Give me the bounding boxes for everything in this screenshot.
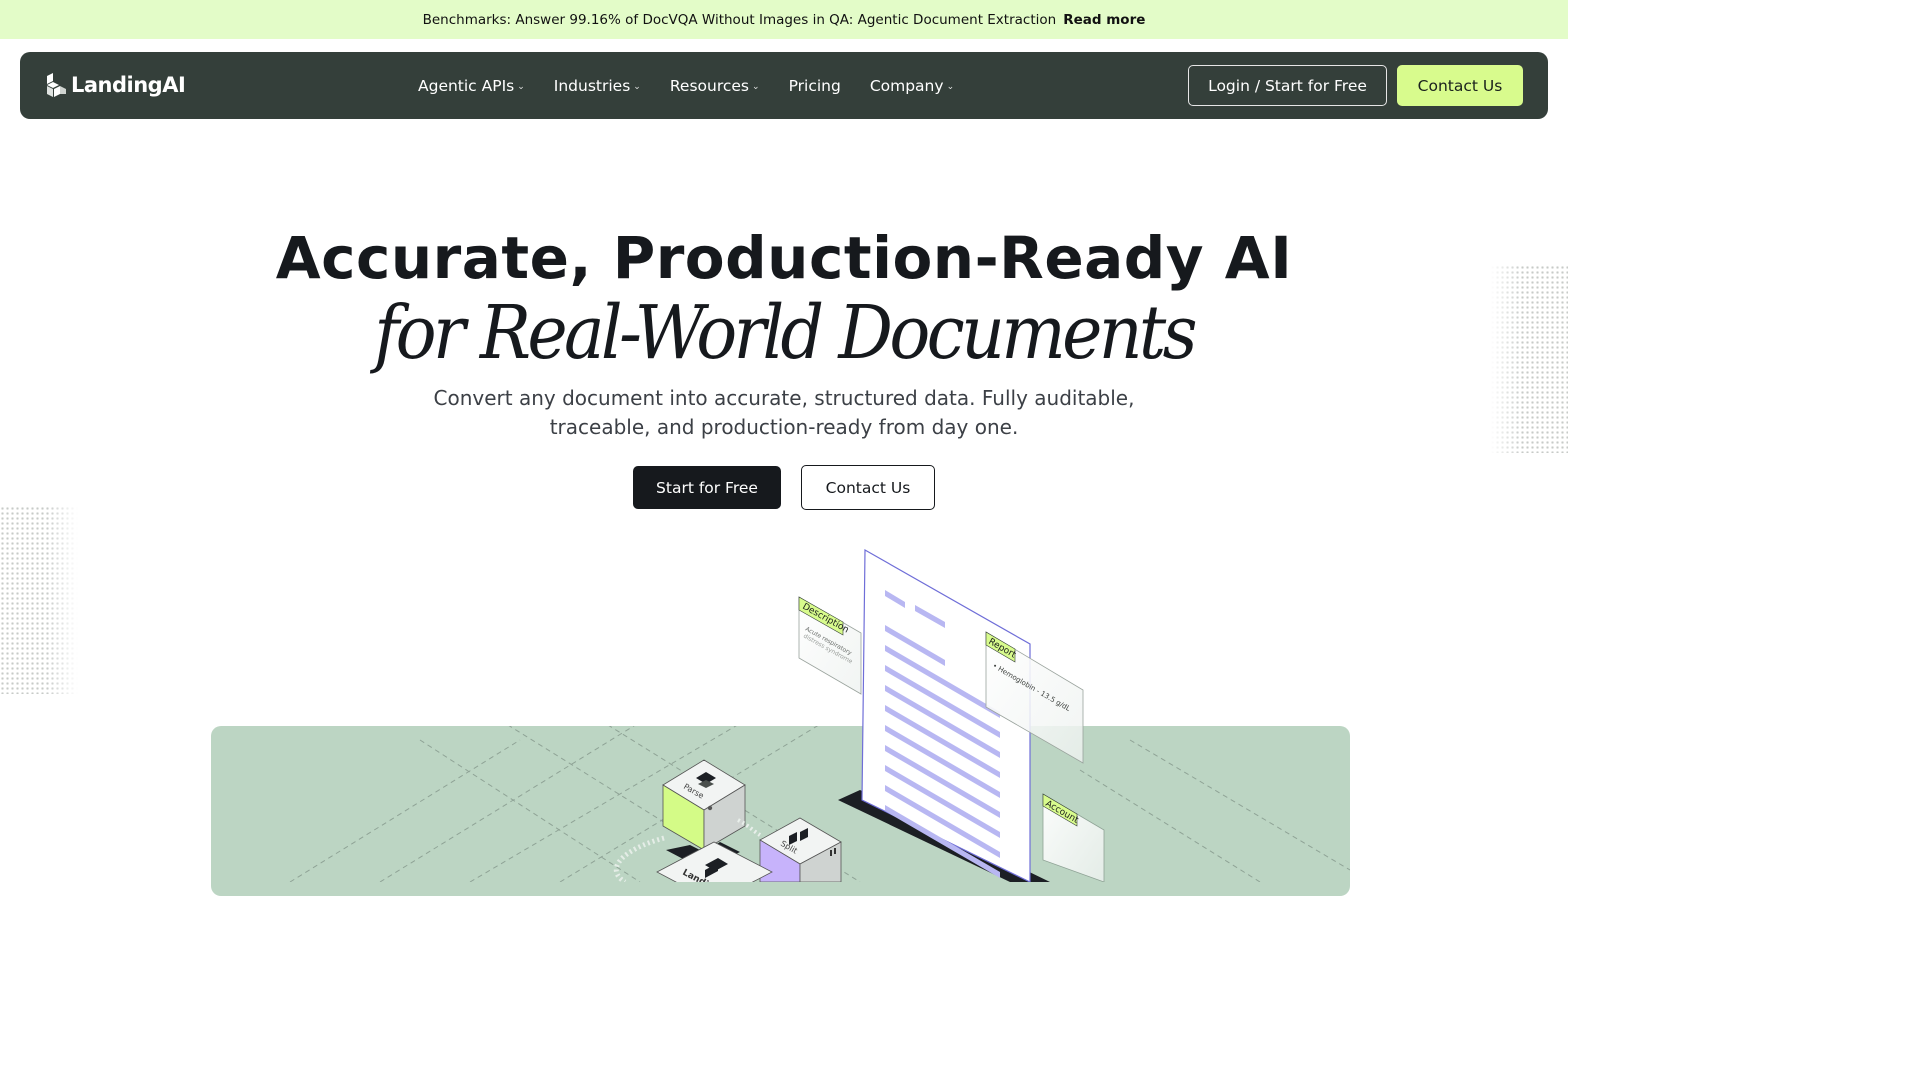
description-tag-text-1: Acute respiratory: [804, 626, 853, 657]
hero-description: Convert any document into accurate, stru…: [433, 386, 1135, 439]
nav-links: Agentic APIs ⌄ Industries ⌄ Resources ⌄ …: [418, 52, 983, 119]
hero-subtitle: for Real-World Documents: [374, 290, 1197, 376]
contact-us-nav-button[interactable]: Contact Us: [1397, 65, 1523, 106]
hero-title: Accurate, Production-Ready AI: [275, 224, 1293, 292]
nav-item-label: Agentic APIs: [418, 76, 515, 95]
start-for-free-button[interactable]: Start for Free: [633, 466, 781, 509]
main-navbar: LandingAI Agentic APIs ⌄ Industries ⌄ Re…: [20, 52, 1548, 119]
illustration-stage: [211, 726, 1350, 896]
nav-item-resources[interactable]: Resources ⌄: [670, 77, 760, 95]
banner-text: Benchmarks: Answer 99.16% of DocVQA With…: [422, 11, 1057, 28]
read-more-link[interactable]: Read more: [1063, 12, 1145, 28]
nav-item-label: Resources: [669, 76, 750, 95]
nav-item-label: Company: [869, 76, 944, 95]
report-tag-text: • Hemoglobin - 13.5 g/dL: [991, 662, 1072, 713]
report-tag-label: Report: [987, 637, 1018, 661]
login-button[interactable]: Login / Start for Free: [1188, 65, 1387, 106]
logo[interactable]: LandingAI: [45, 72, 186, 98]
nav-item-label: Pricing: [788, 76, 841, 95]
dot-pattern-left: [0, 506, 78, 694]
description-tag-card: Description Acute respiratory distress s…: [798, 596, 862, 695]
chevron-down-icon: ⌄: [633, 82, 641, 92]
nav-item-agentic-apis[interactable]: Agentic APIs ⌄: [418, 77, 525, 95]
nav-item-label: Industries: [553, 76, 631, 95]
contact-us-button[interactable]: Contact Us: [801, 465, 935, 510]
description-tag-text-2: distress syndrome: [802, 633, 854, 666]
nav-item-company[interactable]: Company ⌄: [870, 77, 954, 95]
logo-icon: [47, 73, 66, 97]
chevron-down-icon: ⌄: [517, 82, 525, 92]
nav-item-pricing[interactable]: Pricing: [789, 77, 841, 95]
logo-text: LandingAI: [71, 73, 186, 97]
description-tag-label: Description: [801, 602, 851, 636]
nav-item-industries[interactable]: Industries ⌄: [554, 77, 641, 95]
chevron-down-icon: ⌄: [946, 82, 955, 92]
chevron-down-icon: ⌄: [752, 82, 760, 92]
announcement-banner: Benchmarks: Answer 99.16% of DocVQA With…: [0, 0, 1568, 39]
